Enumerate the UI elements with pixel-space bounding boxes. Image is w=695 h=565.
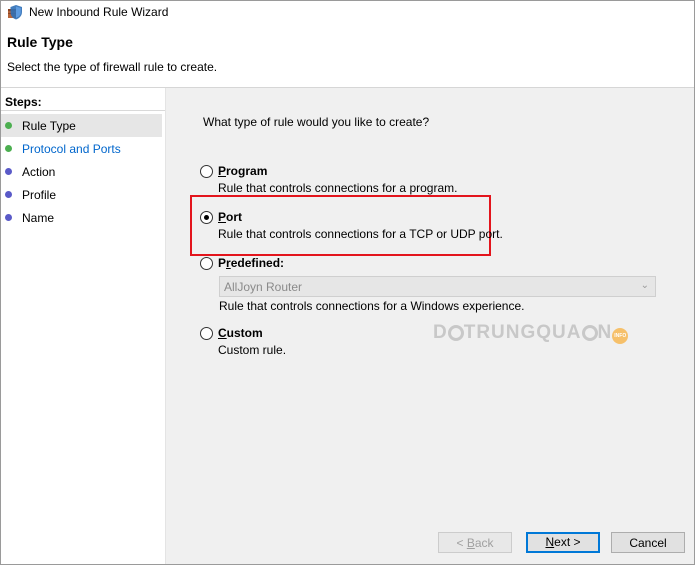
firewall-shield-icon xyxy=(8,5,22,20)
step-label: Protocol and Ports xyxy=(22,142,121,156)
predefined-radio[interactable] xyxy=(200,257,213,270)
page-subtitle: Select the type of firewall rule to crea… xyxy=(7,60,218,74)
watermark-badge: INFO xyxy=(612,328,629,344)
steps-heading: Steps: xyxy=(5,95,42,109)
option-label[interactable]: Program xyxy=(218,164,267,178)
page-title: Rule Type xyxy=(7,34,73,50)
title-bar: New Inbound Rule Wizard xyxy=(1,1,694,23)
step-profile: Profile xyxy=(1,183,162,206)
option-label[interactable]: Custom xyxy=(218,326,263,340)
program-radio[interactable] xyxy=(200,165,213,178)
step-pending-dot-icon xyxy=(5,214,12,221)
step-label: Rule Type xyxy=(22,119,76,133)
option-description: Rule that controls connections for a pro… xyxy=(218,181,458,195)
step-pending-dot-icon xyxy=(5,191,12,198)
option-label[interactable]: Predefined: xyxy=(218,256,284,270)
predefined-select: AllJoyn Router ⌄ xyxy=(219,276,656,297)
chevron-down-icon: ⌄ xyxy=(640,280,649,291)
custom-radio[interactable] xyxy=(200,327,213,340)
option-description: Rule that controls connections for a Win… xyxy=(219,299,525,313)
highlight-box xyxy=(190,195,491,256)
steps-panel: Steps: Rule Type Protocol and Ports Acti… xyxy=(1,88,166,564)
step-label: Name xyxy=(22,211,55,225)
cancel-button[interactable]: Cancel xyxy=(611,532,685,553)
option-label[interactable]: Port xyxy=(218,210,242,224)
step-label: Profile xyxy=(22,188,57,202)
watermark-ring-icon xyxy=(581,325,598,341)
watermark-ring-icon xyxy=(447,325,464,341)
port-radio[interactable] xyxy=(200,211,213,224)
steps-divider xyxy=(1,110,165,111)
step-complete-dot-icon xyxy=(5,145,12,152)
predefined-select-value: AllJoyn Router xyxy=(224,280,303,294)
step-pending-dot-icon xyxy=(5,168,12,175)
wizard-content: What type of rule would you like to crea… xyxy=(166,88,694,564)
watermark-logo: D TRUNGQUA N INFO xyxy=(433,322,629,344)
option-description: Rule that controls connections for a TCP… xyxy=(218,227,503,241)
back-button[interactable]: < Back xyxy=(438,532,512,553)
step-rule-type[interactable]: Rule Type xyxy=(1,114,162,137)
wizard-window: New Inbound Rule Wizard Rule Type Select… xyxy=(0,0,695,565)
step-label: Action xyxy=(22,165,56,179)
option-description: Custom rule. xyxy=(218,343,287,357)
step-protocol-and-ports[interactable]: Protocol and Ports xyxy=(1,137,162,160)
window-title: New Inbound Rule Wizard xyxy=(29,5,169,19)
step-name: Name xyxy=(1,206,162,229)
wizard-header: Rule Type Select the type of firewall ru… xyxy=(1,23,694,88)
step-complete-dot-icon xyxy=(5,122,12,129)
next-button[interactable]: Next > xyxy=(526,532,600,553)
step-action: Action xyxy=(1,160,162,183)
rule-type-question: What type of rule would you like to crea… xyxy=(203,115,430,129)
